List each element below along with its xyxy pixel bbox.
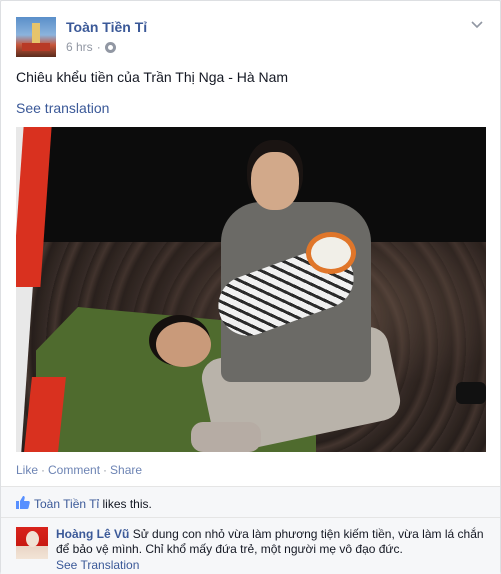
photo-baby-hat — [306, 232, 356, 274]
post-text: Chiêu khểu tiền của Trần Thị Nga - Hà Na… — [16, 69, 289, 85]
liker-name[interactable]: Toàn Tiền Tỉ — [34, 497, 99, 511]
author-name[interactable]: Toàn Tiền Tỉ — [66, 19, 147, 35]
commenter-avatar[interactable] — [16, 527, 48, 559]
comment-see-translation-link[interactable]: See Translation — [56, 558, 139, 572]
likes-text: Toàn Tiền Tỉ likes this. — [34, 497, 152, 511]
post-actions: Like · Comment · Share — [16, 463, 142, 477]
photo-woman-head — [251, 152, 299, 210]
commenter-name[interactable]: Hoàng Lê Vũ — [56, 527, 129, 541]
photo-child — [156, 322, 211, 367]
avatar-base-shape — [22, 43, 50, 51]
photo-shoes — [191, 422, 261, 452]
author-avatar[interactable] — [16, 17, 56, 57]
like-button[interactable]: Like — [16, 463, 38, 477]
commenter-avatar-face — [26, 531, 39, 547]
chevron-down-icon[interactable] — [470, 18, 484, 32]
action-separator: · — [103, 463, 108, 477]
photo-shoe — [456, 382, 486, 404]
share-button[interactable]: Share — [110, 463, 142, 477]
see-translation-link[interactable]: See translation — [16, 100, 109, 116]
thumbs-up-icon — [16, 496, 30, 509]
comment-body: Hoàng Lê Vũ Sử dung con nhỏ vừa làm phươ… — [56, 527, 486, 557]
comment-item: Hoàng Lê Vũ Sử dung con nhỏ vừa làm phươ… — [1, 518, 500, 574]
action-separator: · — [41, 463, 46, 477]
post-timestamp[interactable]: 6 hrs — [66, 40, 93, 54]
comment-button[interactable]: Comment — [48, 463, 100, 477]
post-meta: 6 hrs · — [66, 40, 116, 54]
meta-separator: · — [96, 40, 101, 54]
likes-summary: Toàn Tiền Tỉ likes this. — [1, 486, 500, 518]
post-header: Toàn Tiền Tỉ 6 hrs · — [16, 14, 486, 58]
post-card: Toàn Tiền Tỉ 6 hrs · Chiêu khểu tiền của… — [0, 0, 501, 574]
likes-suffix: likes this. — [99, 497, 152, 511]
post-photo[interactable] — [16, 127, 486, 452]
globe-icon[interactable] — [104, 41, 116, 53]
